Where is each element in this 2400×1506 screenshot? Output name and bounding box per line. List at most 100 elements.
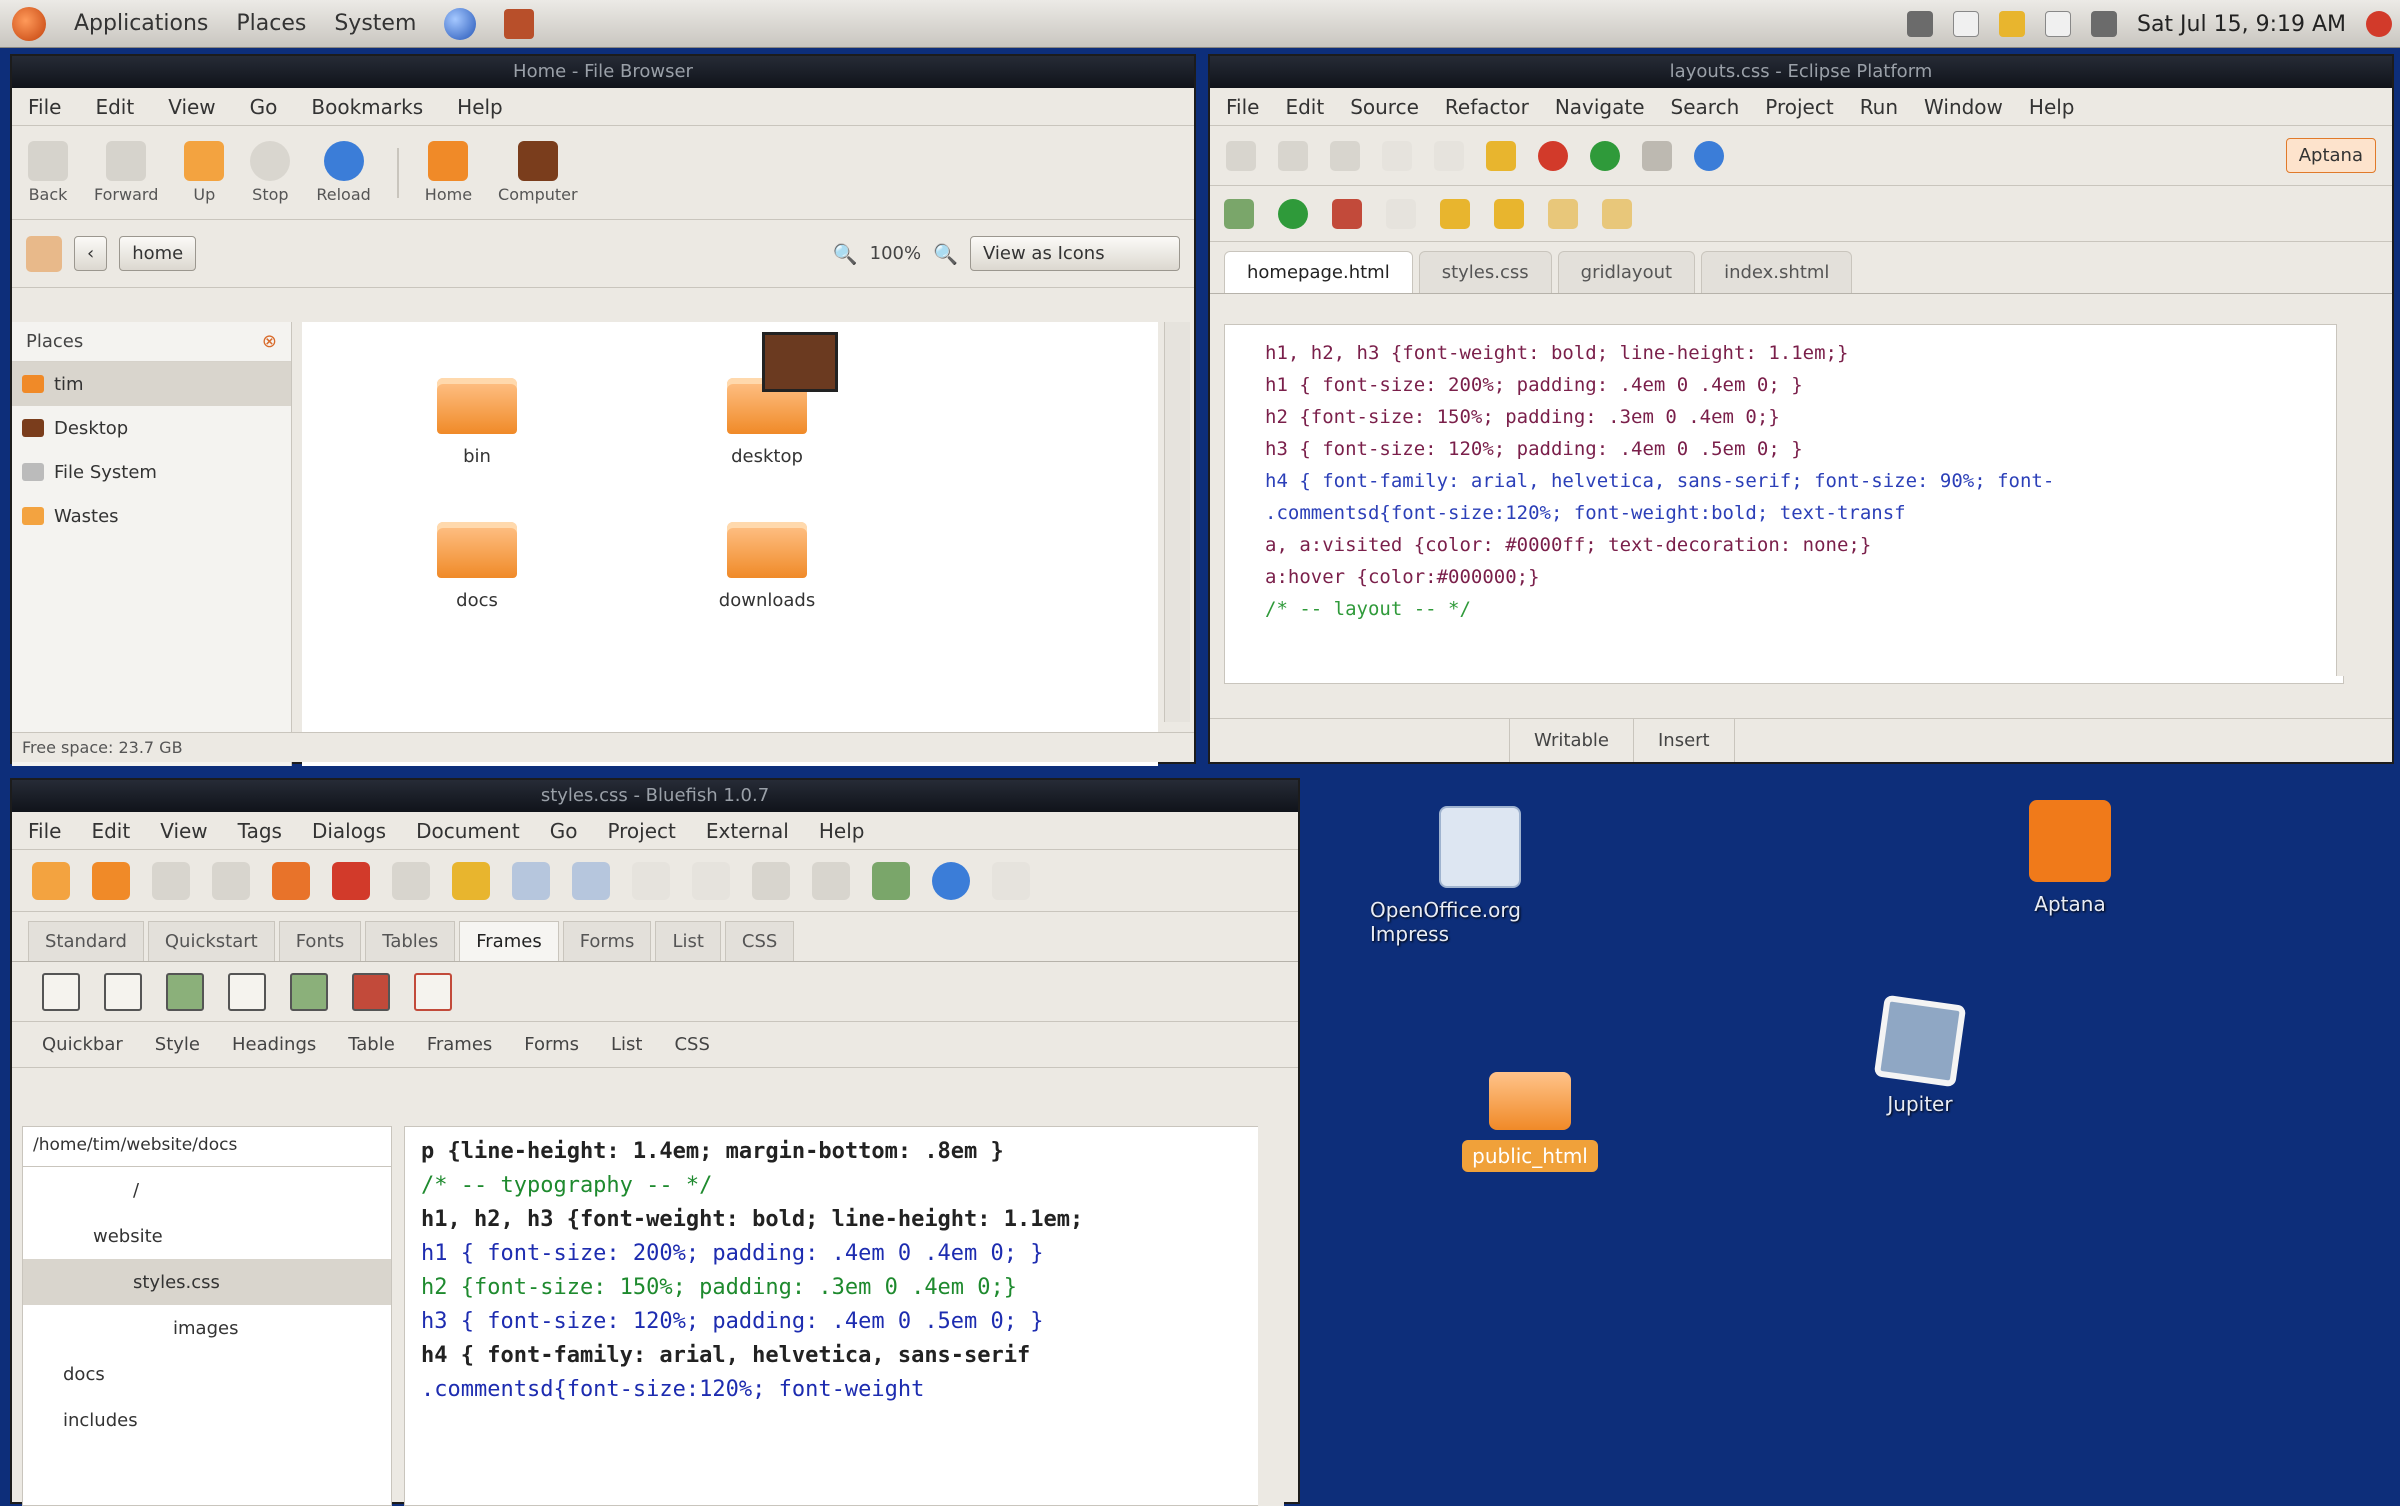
menu-external[interactable]: External [706, 819, 789, 843]
web-icon[interactable] [1694, 140, 1724, 171]
tab-quickstart[interactable]: Quickstart [147, 921, 275, 961]
desktop-icon-public-html[interactable]: public_html [1420, 1060, 1640, 1172]
frame-icon[interactable] [104, 972, 142, 1011]
volume-icon[interactable] [2090, 11, 2117, 37]
quickbar-item[interactable]: Headings [232, 1034, 316, 1055]
menu-file[interactable]: File [1226, 95, 1259, 119]
redo-icon[interactable] [692, 861, 730, 900]
tools-icon[interactable] [1642, 140, 1672, 171]
frameset-icon[interactable] [42, 972, 80, 1011]
menu-bookmarks[interactable]: Bookmarks [311, 95, 423, 119]
forward-button[interactable]: Forward [94, 141, 158, 204]
stop-button[interactable]: Stop [250, 141, 291, 204]
desktop-icon-impress[interactable]: OpenOffice.org Impress [1370, 806, 1590, 946]
folder-item[interactable]: bin [422, 378, 532, 467]
browser-preview-icon[interactable] [932, 861, 970, 900]
replace-icon[interactable] [572, 861, 610, 900]
window-title[interactable]: Home - File Browser [12, 56, 1194, 88]
tab-frames[interactable]: Frames [459, 921, 559, 961]
preferences-icon[interactable] [992, 861, 1030, 900]
menu-run[interactable]: Run [1860, 95, 1898, 119]
lock-icon[interactable] [1998, 11, 2025, 37]
close-icon[interactable] [272, 861, 310, 900]
home-path-button[interactable]: home [119, 236, 197, 271]
aptana-perspective-button[interactable]: Aptana [2285, 138, 2376, 173]
tab-standard[interactable]: Standard [28, 921, 144, 961]
menu-file[interactable]: File [28, 95, 61, 119]
menu-refactor[interactable]: Refactor [1445, 95, 1529, 119]
quickbar-item[interactable]: Table [348, 1034, 395, 1055]
indent-icon[interactable] [752, 861, 790, 900]
bookmark-icon[interactable] [1494, 198, 1524, 229]
menu-document[interactable]: Document [416, 819, 520, 843]
prev-annotation-icon[interactable] [1548, 198, 1578, 229]
desktop-icon-jupiter[interactable]: Jupiter [1810, 994, 2030, 1116]
place-filesystem[interactable]: File System [12, 450, 291, 494]
tab-homepage[interactable]: homepage.html [1224, 251, 1413, 293]
close-sidebar-icon[interactable]: ⊗ [262, 331, 277, 352]
film-icon[interactable] [762, 332, 838, 392]
tab-index[interactable]: index.shtml [1701, 251, 1853, 293]
clock[interactable]: Sat Jul 15, 9:19 AM [2137, 12, 2346, 37]
menu-file[interactable]: File [28, 819, 61, 843]
code-editor[interactable]: p {line-height: 1.4em; margin-bottom: .8… [404, 1126, 1264, 1506]
menu-window[interactable]: Window [1924, 95, 2003, 119]
place-home[interactable]: tim [12, 362, 291, 406]
menu-edit[interactable]: Edit [91, 819, 130, 843]
info-icon[interactable] [1434, 140, 1464, 171]
window-title[interactable]: styles.css - Bluefish 1.0.7 [12, 780, 1298, 812]
menu-view[interactable]: View [168, 95, 215, 119]
vertical-scrollbar[interactable] [1164, 322, 1190, 722]
vertical-scrollbar[interactable] [1258, 1126, 1284, 1506]
back-button[interactable]: Back [28, 141, 68, 204]
new-icon[interactable] [32, 861, 70, 900]
tree-item[interactable]: / [23, 1167, 391, 1213]
warning-icon[interactable] [1486, 140, 1516, 171]
menu-edit[interactable]: Edit [95, 95, 134, 119]
tab-tables[interactable]: Tables [365, 921, 456, 961]
new-icon[interactable] [1226, 140, 1256, 171]
iframe-icon[interactable] [414, 972, 452, 1011]
menu-dialogs[interactable]: Dialogs [312, 819, 386, 843]
up-button[interactable]: Up [184, 141, 225, 204]
menu-navigate[interactable]: Navigate [1555, 95, 1645, 119]
columns-icon[interactable] [228, 972, 266, 1011]
menu-view[interactable]: View [160, 819, 207, 843]
location-back-button[interactable]: ‹ [74, 236, 108, 271]
home-button[interactable]: Home [425, 141, 472, 204]
tab-css[interactable]: CSS [724, 921, 795, 961]
error-icon[interactable] [1538, 140, 1568, 171]
tree-item[interactable]: includes [23, 1397, 391, 1443]
quickbar-item[interactable]: Frames [427, 1034, 492, 1055]
desktop-icon-aptana[interactable]: Aptana [1960, 800, 2180, 916]
place-desktop[interactable]: Desktop [12, 406, 291, 450]
rows-icon[interactable] [290, 972, 328, 1011]
quit-icon[interactable] [2366, 11, 2392, 37]
tree-item[interactable]: images [23, 1305, 391, 1351]
menu-edit[interactable]: Edit [1285, 95, 1324, 119]
menu-project[interactable]: Project [607, 819, 675, 843]
pen-icon[interactable] [1386, 198, 1416, 229]
quickbar-item[interactable]: Quickbar [42, 1034, 123, 1055]
quickbar-item[interactable]: Forms [524, 1034, 579, 1055]
battery-icon[interactable] [1952, 11, 1979, 37]
tab-fonts[interactable]: Fonts [278, 921, 362, 961]
menu-go[interactable]: Go [550, 819, 578, 843]
gnome-foot-icon[interactable] [12, 6, 46, 41]
open-icon[interactable] [92, 861, 130, 900]
paragraph-icon[interactable] [1382, 140, 1412, 171]
paste-icon[interactable] [452, 861, 490, 900]
menu-applications[interactable]: Applications [74, 11, 208, 36]
tree-path-select[interactable]: /home/tim/website/docs [23, 1127, 391, 1167]
noframes-icon[interactable] [166, 972, 204, 1011]
window-title[interactable]: layouts.css - Eclipse Platform [1210, 56, 2392, 88]
edit-icon[interactable] [1440, 198, 1470, 229]
reload-button[interactable]: Reload [316, 141, 371, 204]
menu-help[interactable]: Help [457, 95, 503, 119]
view-mode-select[interactable]: View as Icons [970, 236, 1180, 271]
folder-item[interactable]: docs [422, 522, 532, 611]
run-config-icon[interactable] [1278, 198, 1308, 229]
find-icon[interactable] [512, 861, 550, 900]
save-icon[interactable] [1278, 140, 1308, 171]
copy-icon[interactable] [392, 861, 430, 900]
